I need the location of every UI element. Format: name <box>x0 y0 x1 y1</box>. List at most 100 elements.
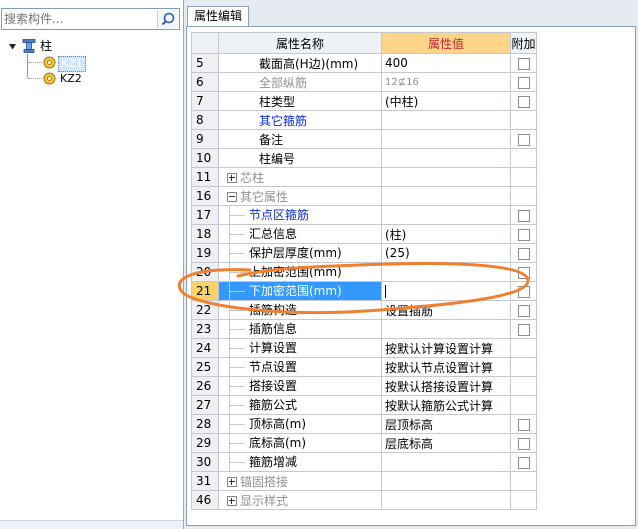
table-row[interactable]: 23 插筋信息 <box>191 319 537 339</box>
property-value[interactable] <box>381 452 511 472</box>
property-name[interactable]: 全部纵筋 <box>218 72 382 92</box>
property-name[interactable]: 显示样式 <box>218 490 382 510</box>
property-name[interactable]: 柱类型 <box>218 91 382 111</box>
add-checkbox[interactable] <box>517 76 530 89</box>
header-add[interactable]: 附加 <box>510 32 537 54</box>
add-checkbox[interactable] <box>517 323 530 336</box>
table-row[interactable]: 17 节点区箍筋 <box>191 205 537 225</box>
property-value[interactable]: 按默认计算设置计算 <box>381 338 511 358</box>
property-value[interactable] <box>381 471 511 491</box>
add-checkbox[interactable] <box>517 247 530 260</box>
property-value[interactable]: 层底标高 <box>381 433 511 453</box>
search-button[interactable] <box>157 10 178 28</box>
property-name[interactable]: 搭接设置 <box>218 376 382 396</box>
tree-root-label[interactable]: 柱 <box>40 38 52 54</box>
property-value[interactable]: 层顶标高 <box>381 414 511 434</box>
tree-item-kz2[interactable]: KZ2 <box>60 72 82 86</box>
property-value[interactable]: (中柱) <box>381 91 511 111</box>
property-value[interactable] <box>381 319 511 339</box>
table-row[interactable]: 6 全部纵筋 12⊈16 <box>191 72 537 92</box>
property-name[interactable]: 节点区箍筋 <box>218 205 382 225</box>
table-row[interactable]: 16 其它属性 <box>191 186 537 206</box>
collapse-icon[interactable] <box>8 42 17 51</box>
property-name[interactable]: 节点设置 <box>218 357 382 377</box>
property-value[interactable]: 按默认搭接设置计算 <box>381 376 511 396</box>
add-checkbox[interactable] <box>517 266 530 279</box>
add-checkbox[interactable] <box>517 304 530 317</box>
collapse-icon[interactable] <box>227 192 237 202</box>
property-name[interactable]: 底标高(m) <box>218 433 382 453</box>
table-row[interactable]: 19 保护层厚度(mm) (25) <box>191 243 537 263</box>
property-value[interactable] <box>381 110 511 130</box>
table-row[interactable]: 8 其它箍筋 <box>191 110 537 130</box>
table-row[interactable]: 20 上加密范围(mm) <box>191 262 537 282</box>
table-row[interactable]: 11 芯柱 <box>191 167 537 187</box>
property-name[interactable]: 上加密范围(mm) <box>218 262 382 282</box>
property-value[interactable]: 400 <box>381 53 511 73</box>
table-row[interactable]: 27 箍筋公式 按默认箍筋公式计算 <box>191 395 537 415</box>
table-row[interactable]: 31 锚固搭接 <box>191 471 537 491</box>
property-name[interactable]: 顶标高(m) <box>218 414 382 434</box>
property-name[interactable]: 汇总信息 <box>218 224 382 244</box>
header-name[interactable]: 属性名称 <box>218 32 382 54</box>
add-checkbox[interactable] <box>517 57 530 70</box>
property-value[interactable]: 设置插筋 <box>381 300 511 320</box>
search-input[interactable] <box>4 10 154 28</box>
table-row-selected[interactable]: 21 下加密范围(mm) <box>191 281 537 301</box>
property-value[interactable] <box>381 262 511 282</box>
property-name[interactable]: 箍筋公式 <box>218 395 382 415</box>
add-checkbox[interactable] <box>517 209 530 222</box>
property-name[interactable]: 其它箍筋 <box>218 110 382 130</box>
table-row[interactable]: 9 备注 <box>191 129 537 149</box>
property-name[interactable]: 锚固搭接 <box>218 471 382 491</box>
property-name[interactable]: 箍筋增减 <box>218 452 382 472</box>
table-row[interactable]: 18 汇总信息 (柱) <box>191 224 537 244</box>
property-value[interactable]: (25) <box>381 243 511 263</box>
table-row[interactable]: 24 计算设置 按默认计算设置计算 <box>191 338 537 358</box>
table-row[interactable]: 22 插筋构造 设置插筋 <box>191 300 537 320</box>
table-row[interactable]: 30 箍筋增减 <box>191 452 537 472</box>
property-value[interactable] <box>381 186 511 206</box>
property-name[interactable]: 芯柱 <box>218 167 382 187</box>
property-name[interactable]: 备注 <box>218 129 382 149</box>
property-value[interactable]: 12⊈16 <box>381 72 511 92</box>
add-checkbox[interactable] <box>517 437 530 450</box>
expand-icon[interactable] <box>227 173 237 183</box>
property-name[interactable]: 插筋信息 <box>218 319 382 339</box>
property-name[interactable]: 插筋构造 <box>218 300 382 320</box>
add-checkbox[interactable] <box>517 228 530 241</box>
property-name[interactable]: 保护层厚度(mm) <box>218 243 382 263</box>
property-value[interactable] <box>381 490 511 510</box>
add-checkbox[interactable] <box>517 456 530 469</box>
property-name[interactable]: 截面高(H边)(mm) <box>218 53 382 73</box>
add-checkbox[interactable] <box>517 418 530 431</box>
table-row[interactable]: 28 顶标高(m) 层顶标高 <box>191 414 537 434</box>
expand-icon[interactable] <box>227 477 237 487</box>
table-row[interactable]: 46 显示样式 <box>191 490 537 510</box>
property-value[interactable]: (柱) <box>381 224 511 244</box>
horizontal-scrollbar[interactable] <box>0 520 183 529</box>
add-checkbox[interactable] <box>517 95 530 108</box>
property-value[interactable] <box>381 148 511 168</box>
property-name[interactable]: 下加密范围(mm) <box>218 281 382 301</box>
header-value[interactable]: 属性值 <box>381 32 511 54</box>
property-value[interactable] <box>381 205 511 225</box>
table-row[interactable]: 29 底标高(m) 层底标高 <box>191 433 537 453</box>
table-row[interactable]: 5 截面高(H边)(mm) 400 <box>191 53 537 73</box>
property-value[interactable]: 按默认节点设置计算 <box>381 357 511 377</box>
tab-property-edit[interactable]: 属性编辑 <box>187 6 249 26</box>
table-row[interactable]: 26 搭接设置 按默认搭接设置计算 <box>191 376 537 396</box>
property-name[interactable]: 柱编号 <box>218 148 382 168</box>
add-checkbox[interactable] <box>517 133 530 146</box>
property-value[interactable] <box>381 129 511 149</box>
property-name[interactable]: 计算设置 <box>218 338 382 358</box>
tree-item-kz1[interactable]: KZ1 <box>58 56 86 72</box>
property-name[interactable]: 其它属性 <box>218 186 382 206</box>
table-row[interactable]: 10 柱编号 <box>191 148 537 168</box>
table-row[interactable]: 7 柱类型 (中柱) <box>191 91 537 111</box>
property-value-editor[interactable] <box>381 281 511 301</box>
table-row[interactable]: 25 节点设置 按默认节点设置计算 <box>191 357 537 377</box>
property-value[interactable] <box>381 167 511 187</box>
property-value[interactable]: 按默认箍筋公式计算 <box>381 395 511 415</box>
add-checkbox[interactable] <box>517 285 530 298</box>
